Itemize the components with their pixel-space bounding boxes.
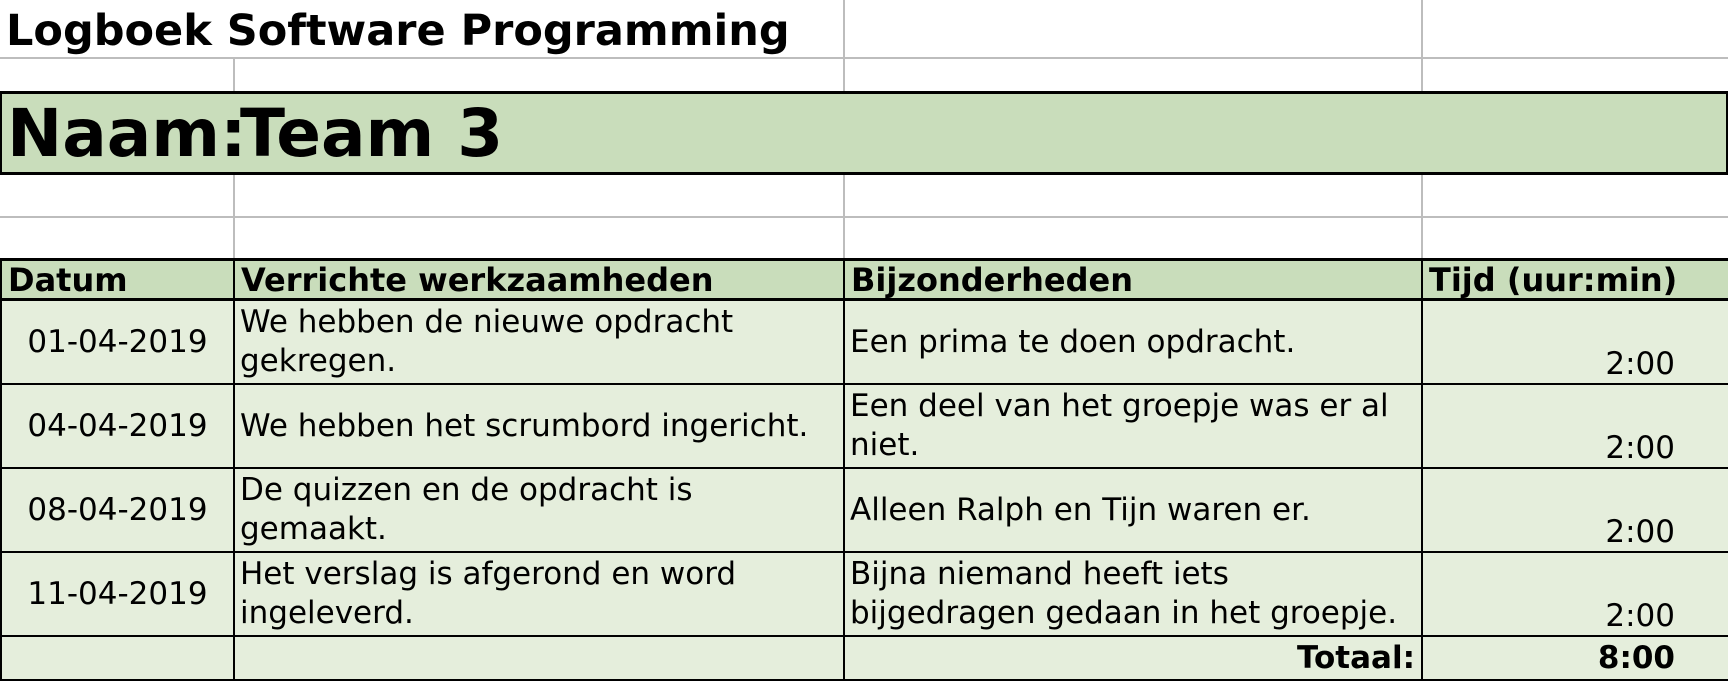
name-label: Naam: bbox=[7, 95, 247, 172]
work-cell[interactable]: Het verslag is afgerond en word ingeleve… bbox=[233, 551, 845, 637]
spreadsheet: Logboek Software Programming Naam: Team … bbox=[0, 0, 1728, 682]
gridline bbox=[233, 57, 235, 91]
time-cell[interactable]: 2:00 bbox=[1421, 551, 1728, 637]
work-cell[interactable]: We hebben het scrumbord ingericht. bbox=[233, 383, 845, 469]
log-table: Datum Verrichte werkzaamheden Bijzonderh… bbox=[0, 258, 1728, 681]
empty-cell[interactable] bbox=[0, 635, 235, 681]
total-label[interactable]: Totaal: bbox=[843, 635, 1423, 681]
table-row: 04-04-2019 We hebben het scrumbord inger… bbox=[0, 383, 1728, 469]
column-header-date: Datum bbox=[0, 258, 235, 301]
gridline bbox=[0, 216, 1728, 218]
notes-cell[interactable]: Bijna niemand heeft iets bijgedragen ged… bbox=[843, 551, 1423, 637]
document-title: Logboek Software Programming bbox=[6, 6, 790, 56]
column-header-work: Verrichte werkzaamheden bbox=[233, 258, 845, 301]
column-header-notes: Bijzonderheden bbox=[843, 258, 1423, 301]
time-cell[interactable]: 2:00 bbox=[1421, 298, 1728, 385]
date-cell[interactable]: 11-04-2019 bbox=[0, 551, 235, 637]
date-cell[interactable]: 08-04-2019 bbox=[0, 467, 235, 553]
empty-cell[interactable] bbox=[233, 635, 845, 681]
name-band: Naam: Team 3 bbox=[0, 91, 1728, 175]
total-value[interactable]: 8:00 bbox=[1421, 635, 1728, 681]
gridline bbox=[843, 0, 845, 91]
time-cell[interactable]: 2:00 bbox=[1421, 383, 1728, 469]
table-row: 08-04-2019 De quizzen en de opdracht is … bbox=[0, 467, 1728, 553]
time-cell[interactable]: 2:00 bbox=[1421, 467, 1728, 553]
column-header-time: Tijd (uur:min) bbox=[1421, 258, 1728, 301]
gridline bbox=[1421, 0, 1423, 91]
table-row: 01-04-2019 We hebben de nieuwe opdracht … bbox=[0, 298, 1728, 385]
date-cell[interactable]: 04-04-2019 bbox=[0, 383, 235, 469]
work-cell[interactable]: We hebben de nieuwe opdracht gekregen. bbox=[233, 298, 845, 385]
notes-cell[interactable]: Een deel van het groepje was er al niet. bbox=[843, 383, 1423, 469]
notes-cell[interactable]: Een prima te doen opdracht. bbox=[843, 298, 1423, 385]
table-row: 11-04-2019 Het verslag is afgerond en wo… bbox=[0, 551, 1728, 637]
work-cell[interactable]: De quizzen en de opdracht is gemaakt. bbox=[233, 467, 845, 553]
notes-cell[interactable]: Alleen Ralph en Tijn waren er. bbox=[843, 467, 1423, 553]
header-row: Datum Verrichte werkzaamheden Bijzonderh… bbox=[0, 258, 1728, 301]
name-value: Team 3 bbox=[240, 95, 504, 172]
total-row: Totaal: 8:00 bbox=[0, 635, 1728, 681]
date-cell[interactable]: 01-04-2019 bbox=[0, 298, 235, 385]
